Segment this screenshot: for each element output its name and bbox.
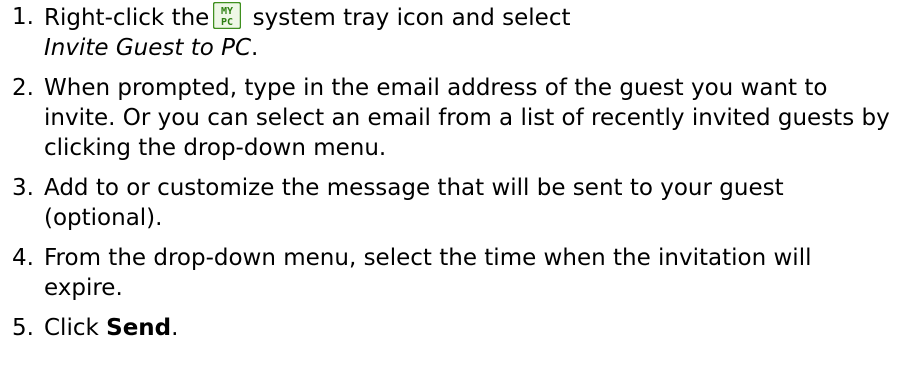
step-text: . (251, 35, 259, 61)
step-5: 5. Click Send. (0, 313, 894, 343)
icon-label-bottom: PC (221, 17, 233, 28)
step-1: 1. Right-click the MY PC system tray ico… (0, 2, 894, 63)
step-text: Right-click the (44, 5, 210, 31)
step-number: 5. (12, 315, 34, 341)
step-number: 3. (12, 175, 34, 201)
step-text: . (171, 315, 179, 341)
step-text: From the drop-down menu, select the time… (44, 245, 812, 301)
step-4: 4. From the drop-down menu, select the t… (0, 243, 894, 303)
step-number: 4. (12, 245, 34, 271)
send-button-label: Send (106, 315, 172, 341)
mypc-tray-icon: MY PC (213, 2, 242, 29)
step-text: Click (44, 315, 107, 341)
step-text: When prompted, type in the email address… (44, 75, 890, 161)
menu-item-name: Invite Guest to PC (44, 35, 252, 61)
step-text: system tray icon and select (245, 5, 571, 31)
step-text: Add to or customize the message that wil… (44, 175, 784, 231)
step-2: 2. When prompted, type in the email addr… (0, 73, 894, 163)
instruction-steps: 1. Right-click the MY PC system tray ico… (0, 0, 903, 343)
icon-label-top: MY (221, 6, 233, 17)
step-number: 1. (12, 4, 34, 30)
step-3: 3. Add to or customize the message that … (0, 173, 894, 233)
step-number: 2. (12, 75, 34, 101)
